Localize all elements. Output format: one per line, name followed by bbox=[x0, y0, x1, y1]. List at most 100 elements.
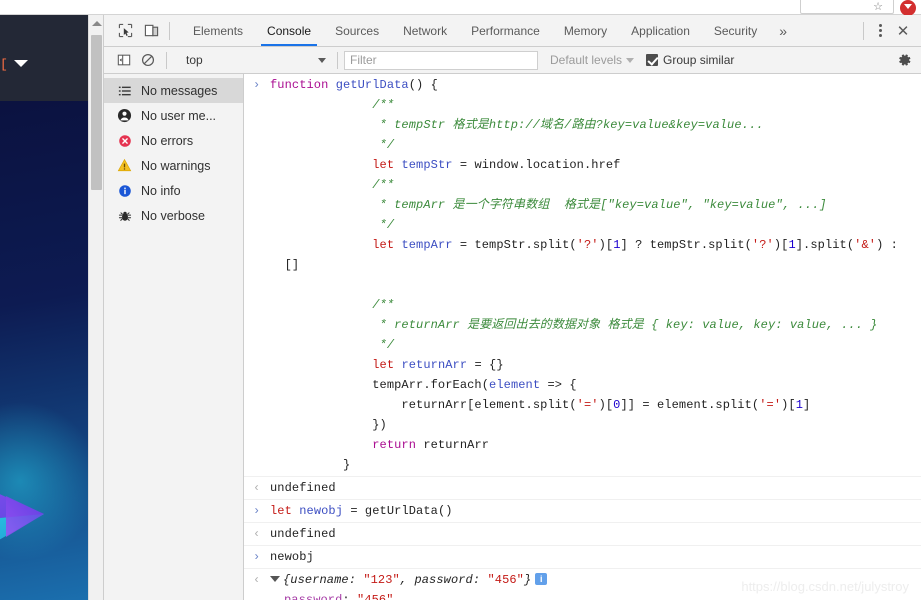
code-token: "456" bbox=[487, 573, 524, 587]
code-token: newobj bbox=[299, 504, 344, 518]
code-token: /** bbox=[270, 178, 395, 192]
sidebar-item-label: No verbose bbox=[141, 208, 205, 223]
code-token: let bbox=[270, 504, 292, 518]
console-input-entry[interactable]: › let newobj = getUrlData() bbox=[244, 500, 921, 523]
tab-elements[interactable]: Elements bbox=[181, 15, 255, 46]
code-line: let returnArr = {} bbox=[270, 355, 921, 375]
log-levels-selector[interactable]: Default levels bbox=[550, 53, 635, 67]
output-marker-icon: ‹ bbox=[253, 481, 261, 495]
output-text: undefined bbox=[270, 481, 336, 495]
more-tabs-chevron-icon[interactable]: » bbox=[769, 15, 797, 46]
page-scrollbar[interactable] bbox=[88, 15, 103, 600]
code-line: return returnArr bbox=[270, 435, 921, 455]
user-icon bbox=[116, 107, 133, 124]
output-marker-icon: ‹ bbox=[253, 573, 261, 587]
sidebar-item-label: No messages bbox=[141, 83, 218, 98]
filter-input[interactable] bbox=[344, 50, 538, 70]
property-key: password bbox=[284, 593, 343, 600]
code-line: * tempArr 是一个字符串数组 格式是["key=value", "key… bbox=[270, 195, 921, 215]
toolbar-divider-right bbox=[863, 21, 864, 40]
sidebar-item-label: No warnings bbox=[141, 158, 211, 173]
code-token: "123" bbox=[363, 573, 400, 587]
tab-security[interactable]: Security bbox=[702, 15, 769, 46]
tab-label: Elements bbox=[193, 23, 244, 38]
group-similar-checkbox[interactable] bbox=[646, 54, 659, 66]
code-token: return bbox=[372, 438, 417, 452]
console-input-entry[interactable]: › function getUrlData() { /** * tempStr 格… bbox=[244, 74, 921, 477]
error-icon bbox=[116, 132, 133, 149]
sidebar-item-errors[interactable]: No errors bbox=[104, 128, 243, 153]
screenshot-root: ☆ [Elements Console Sources Network Per… bbox=[0, 0, 921, 600]
code-token: )[ bbox=[598, 398, 614, 412]
sidebar-item-verbose[interactable]: No verbose bbox=[104, 203, 243, 228]
code-line: /** bbox=[270, 175, 921, 195]
tab-network[interactable]: Network bbox=[391, 15, 459, 46]
execution-context-selector[interactable]: top bbox=[181, 51, 331, 70]
code-token: 1 bbox=[613, 238, 621, 252]
expand-triangle-down-icon[interactable] bbox=[270, 576, 280, 582]
input-marker-icon: › bbox=[253, 550, 261, 564]
page-dropdown-caret-icon[interactable] bbox=[14, 60, 28, 67]
sidebar-item-info[interactable]: No info bbox=[104, 178, 243, 203]
console-sidebar: No messages No user me... No errors No w… bbox=[104, 74, 244, 600]
tab-sources[interactable]: Sources bbox=[323, 15, 391, 46]
close-icon[interactable]: ✕ bbox=[891, 18, 915, 44]
execution-context-label: top bbox=[186, 53, 203, 67]
info-badge-icon[interactable]: i bbox=[535, 573, 548, 585]
code-line: let tempStr = window.location.href bbox=[270, 155, 921, 175]
console-object-output[interactable]: ‹ {username: "123", password: "456"} i pass… bbox=[244, 569, 921, 600]
output-marker-icon: ‹ bbox=[253, 527, 261, 541]
code-token: {username: bbox=[283, 573, 364, 587]
code-line: /** bbox=[270, 295, 921, 315]
code-token: = tempStr.split( bbox=[452, 238, 577, 252]
code-token: tempStr bbox=[401, 158, 453, 172]
tab-memory[interactable]: Memory bbox=[552, 15, 619, 46]
code-token: * returnArr 是要返回出去的数据对象 格式是 { key: value… bbox=[270, 318, 878, 332]
tab-label: Network bbox=[403, 23, 448, 38]
clear-console-icon[interactable] bbox=[136, 49, 160, 71]
console-input-entry[interactable]: › newobj bbox=[244, 546, 921, 569]
sidebar-item-label: No info bbox=[141, 183, 181, 198]
kebab-menu-icon[interactable] bbox=[869, 18, 891, 44]
code-token: returnArr bbox=[416, 438, 490, 452]
code-token: = getUrlData() bbox=[343, 504, 453, 518]
code-token: ].split( bbox=[795, 238, 855, 252]
web-page-viewport: [ bbox=[0, 15, 103, 600]
inspect-element-icon[interactable] bbox=[112, 18, 138, 44]
scrollbar-thumb[interactable] bbox=[91, 35, 102, 190]
code-token: returnArr[element.split( bbox=[270, 398, 577, 412]
info-icon bbox=[116, 182, 133, 199]
code-token: * tempArr 是一个字符串数组 格式是["key=value", "key… bbox=[270, 198, 827, 212]
code-token: = {} bbox=[467, 358, 504, 372]
code-token: let bbox=[372, 238, 395, 252]
tab-label: Security bbox=[713, 23, 758, 38]
page-cube-logo-icon bbox=[0, 494, 44, 540]
console-output-entry: ‹ undefined bbox=[244, 523, 921, 546]
bookmark-star-icon[interactable]: ☆ bbox=[872, 2, 884, 13]
code-token: )[ bbox=[781, 398, 796, 412]
scroll-up-arrow-icon[interactable] bbox=[92, 21, 102, 26]
object-summary-row[interactable]: {username: "123", password: "456"} i bbox=[270, 570, 921, 590]
sidebar-item-messages[interactable]: No messages bbox=[104, 78, 243, 103]
extension-icon[interactable] bbox=[900, 0, 916, 16]
code-token: () { bbox=[408, 78, 438, 92]
tab-label: Sources bbox=[335, 23, 380, 38]
sidebar-item-user-messages[interactable]: No user me... bbox=[104, 103, 243, 128]
sidebar-item-warnings[interactable]: No warnings bbox=[104, 153, 243, 178]
tab-application[interactable]: Application bbox=[619, 15, 702, 46]
page-hero-background bbox=[0, 101, 100, 600]
gear-icon[interactable] bbox=[895, 51, 913, 69]
code-token: ] bbox=[803, 398, 811, 412]
group-similar-toggle[interactable]: Group similar bbox=[646, 53, 734, 67]
filterbar-divider-1 bbox=[166, 51, 167, 69]
tab-performance[interactable]: Performance bbox=[459, 15, 552, 46]
tab-console[interactable]: Console bbox=[255, 15, 323, 46]
console-messages[interactable]: › function getUrlData() { /** * tempStr 格… bbox=[244, 74, 921, 600]
code-token: '?' bbox=[751, 238, 774, 252]
code-token: element bbox=[489, 378, 541, 392]
tabbar-icon-group bbox=[104, 15, 181, 46]
property-value: "456" bbox=[357, 593, 394, 600]
device-toolbar-icon[interactable] bbox=[138, 18, 164, 44]
show-console-sidebar-icon[interactable] bbox=[112, 49, 136, 71]
